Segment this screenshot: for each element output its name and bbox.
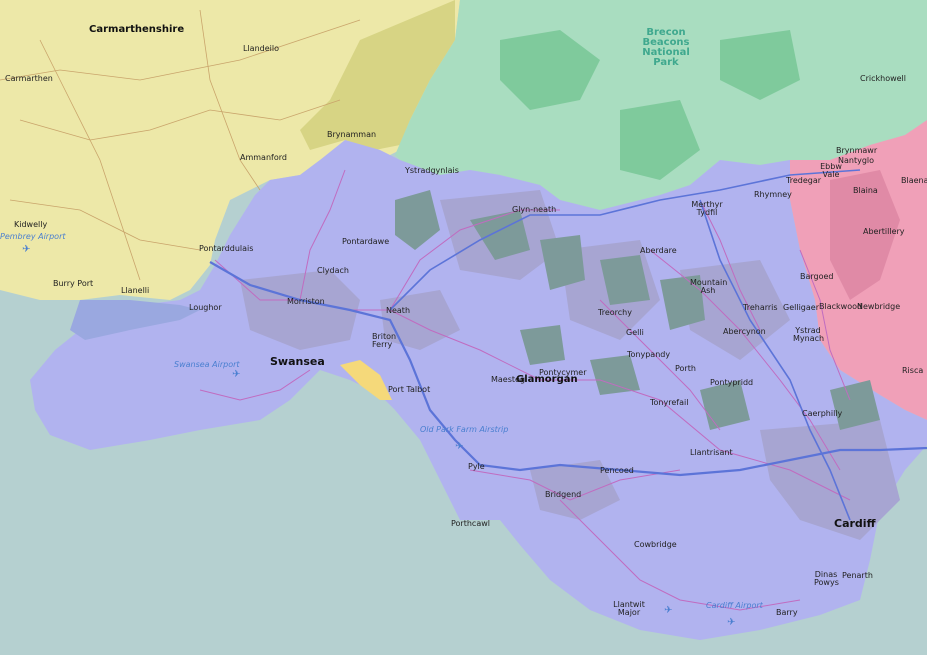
town-label: Porthcawl — [451, 519, 490, 528]
airport-label: Old Park Farm Airstrip — [420, 425, 509, 434]
town-label: Cowbridge — [634, 540, 677, 549]
map-base-layer — [0, 0, 927, 655]
town-label: Neath — [386, 306, 411, 315]
town-label: Blackwood — [819, 302, 863, 311]
map-canvas[interactable]: Carmarthenshire Glamorgan Brecon Beacons… — [0, 0, 927, 655]
airport-icon: ✈ — [664, 605, 673, 616]
town-label: Llantwit Major — [613, 600, 645, 617]
town-label: Morriston — [287, 297, 325, 306]
town-label: Ebbw Vale — [820, 162, 842, 179]
town-label: Barry — [776, 608, 798, 617]
town-label: Llandeilo — [243, 44, 279, 53]
city-label-swansea: Swansea — [270, 355, 325, 368]
airport-label: Swansea Airport — [174, 360, 240, 369]
town-label: Porth — [675, 364, 696, 373]
town-label: Blaina — [853, 186, 878, 195]
town-label: Caerphilly — [802, 409, 843, 418]
town-label: Tonyrefail — [650, 398, 689, 407]
town-label: Gelligaer — [783, 303, 819, 312]
town-label: Pontardawe — [342, 237, 390, 246]
town-label: Rhymney — [754, 190, 792, 199]
town-label: Loughor — [189, 303, 222, 312]
city-label-cardiff: Cardiff — [834, 517, 876, 530]
town-label: Ystrad Mynach — [793, 326, 825, 343]
town-label: Bridgend — [545, 490, 582, 499]
town-label: Pontycymer — [539, 368, 587, 377]
town-label: Bargoed — [800, 272, 834, 281]
town-label: Clydach — [317, 266, 349, 275]
town-label: Glyn-neath — [512, 205, 557, 214]
town-label: Risca — [902, 366, 924, 375]
town-label: Ammanford — [240, 153, 287, 162]
town-label: Maesteg — [491, 375, 526, 384]
town-label: Aberdare — [640, 246, 677, 255]
town-label: Briton Ferry — [372, 332, 397, 349]
town-label: Dinas Powys — [814, 570, 839, 587]
town-label: Llantrisant — [690, 448, 733, 457]
town-label: Brynmawr — [836, 146, 878, 155]
airport-icon: ✈ — [232, 369, 241, 380]
town-label: Brynamman — [327, 130, 377, 139]
town-label: Llanelli — [121, 286, 150, 295]
town-label: Pontarddulais — [199, 244, 254, 253]
town-label: Pencoed — [600, 466, 634, 475]
town-label: Carmarthen — [5, 74, 53, 83]
town-label: Abercynon — [723, 327, 766, 336]
town-label: Pontypridd — [710, 378, 754, 387]
town-label: Ystradgynlais — [405, 166, 459, 175]
town-label: Pyle — [468, 462, 485, 471]
town-label: Tredegar — [786, 176, 822, 185]
airport-icon: ✈ — [455, 441, 464, 452]
airport-icon: ✈ — [727, 617, 736, 628]
town-label: Mountain Ash — [690, 278, 728, 295]
county-label-carmarthenshire: Carmarthenshire — [89, 24, 185, 35]
town-label: Gelli — [626, 328, 644, 337]
town-label: Treorchy — [598, 308, 632, 317]
town-label: Newbridge — [857, 302, 901, 311]
airport-label: Pembrey Airport — [0, 232, 66, 241]
town-label: Port Talbot — [388, 385, 431, 394]
town-label: Penarth — [842, 571, 873, 580]
town-label: Crickhowell — [860, 74, 907, 83]
town-label: Abertillery — [863, 227, 905, 236]
town-label: Treharris — [743, 303, 778, 312]
town-label: Blaenavon — [901, 176, 927, 185]
town-label: Merthyr Tydfil — [691, 200, 723, 217]
town-label: Kidwelly — [14, 220, 48, 229]
town-label: Tonypandy — [627, 350, 671, 359]
airport-icon: ✈ — [22, 244, 31, 255]
town-label: Burry Port — [53, 279, 94, 288]
airport-label: Cardiff Airport — [706, 601, 763, 610]
town-label: Nantyglo — [838, 156, 875, 165]
park-label-brecon-beacons: Brecon Beacons National Park — [642, 27, 690, 68]
